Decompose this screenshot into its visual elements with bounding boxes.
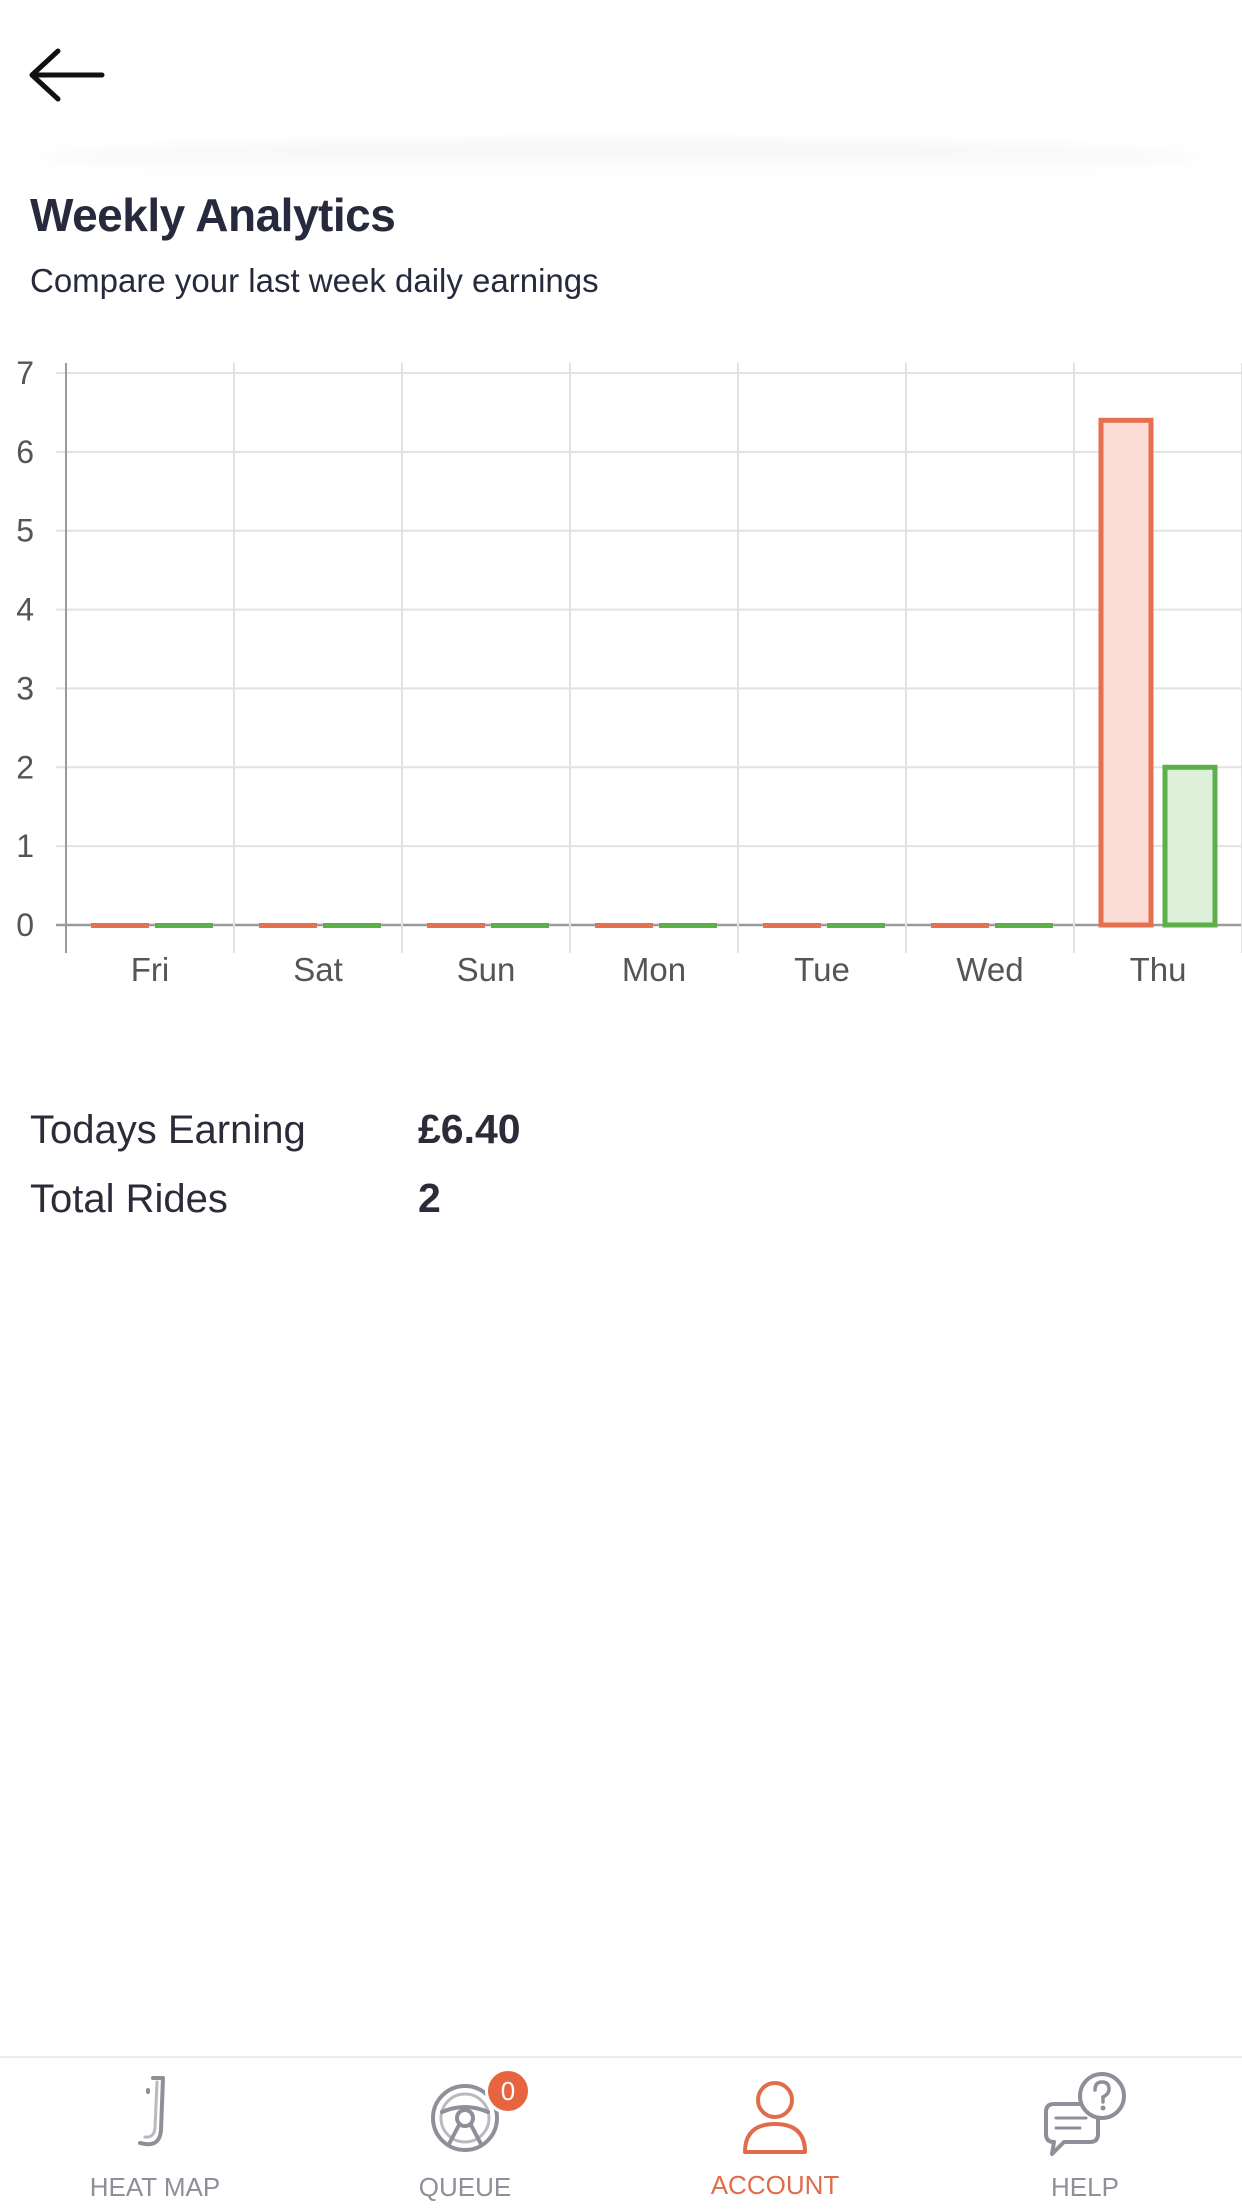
x-tick-label: Thu — [1130, 951, 1187, 988]
rides-bar — [827, 923, 885, 928]
rides-bar — [155, 923, 213, 928]
back-button[interactable] — [22, 40, 112, 110]
y-tick-label: 0 — [16, 907, 34, 943]
todays-earning-label: Todays Earning — [30, 1108, 306, 1152]
nav-label-heat-map: HEAT MAP — [89, 2172, 221, 2202]
header-shadow — [40, 140, 1200, 176]
earnings-bar — [931, 923, 989, 928]
nav-queue[interactable]: 0 QUEUE — [310, 2058, 620, 2210]
weekly-earnings-chart: 0 1 2 3 4 5 6 7 Fri Sat Sun Mon Tue Wed Thu — [16, 360, 1242, 988]
earnings-bar — [427, 923, 485, 928]
rides-bar — [1162, 764, 1218, 928]
nav-label-queue: QUEUE — [418, 2172, 512, 2202]
x-tick-label: Mon — [622, 951, 686, 988]
nav-label-help: HELP — [1051, 2172, 1119, 2202]
y-tick-label: 4 — [16, 592, 34, 628]
top-bar — [0, 0, 1242, 150]
page-title: Weekly Analytics — [30, 189, 396, 241]
y-tick-label: 6 — [16, 434, 34, 470]
help-chat-icon — [1044, 2072, 1126, 2156]
x-tick-label: Sun — [457, 951, 516, 988]
bottom-navigation: HEAT MAP 0 QUEUE ACCOUNT HELP — [0, 2056, 1242, 2210]
y-tick-label: 1 — [16, 828, 34, 864]
total-rides-label: Total Rides — [30, 1177, 228, 1221]
nav-heat-map[interactable]: HEAT MAP — [0, 2058, 310, 2210]
earnings-bar — [595, 923, 653, 928]
x-tick-label: Tue — [794, 951, 850, 988]
x-tick-label: Sat — [293, 951, 343, 988]
page-subtitle: Compare your last week daily earnings — [30, 262, 599, 299]
nav-account[interactable]: ACCOUNT — [620, 2058, 930, 2210]
todays-earning-value: £6.40 — [418, 1106, 521, 1152]
arrow-left-icon — [29, 48, 105, 102]
x-tick-label: Wed — [956, 951, 1023, 988]
total-rides-value: 2 — [418, 1175, 441, 1221]
x-tick-label: Fri — [131, 951, 169, 988]
earnings-bar — [91, 923, 149, 928]
heat-map-icon — [138, 2076, 165, 2147]
rides-bar — [995, 923, 1053, 928]
y-tick-label: 7 — [16, 360, 34, 391]
rides-bar — [323, 923, 381, 928]
earnings-bar — [1098, 417, 1154, 928]
nav-label-account: ACCOUNT — [710, 2170, 840, 2200]
y-tick-label: 5 — [16, 513, 34, 549]
y-tick-label: 2 — [16, 749, 34, 785]
y-tick-label: 3 — [16, 670, 34, 706]
earnings-bar — [763, 923, 821, 928]
person-icon — [743, 2081, 807, 2154]
earnings-bar — [259, 923, 317, 928]
rides-bar — [659, 923, 717, 928]
nav-help[interactable]: HELP — [930, 2058, 1240, 2210]
rides-bar — [491, 923, 549, 928]
queue-badge: 0 — [485, 2068, 531, 2114]
